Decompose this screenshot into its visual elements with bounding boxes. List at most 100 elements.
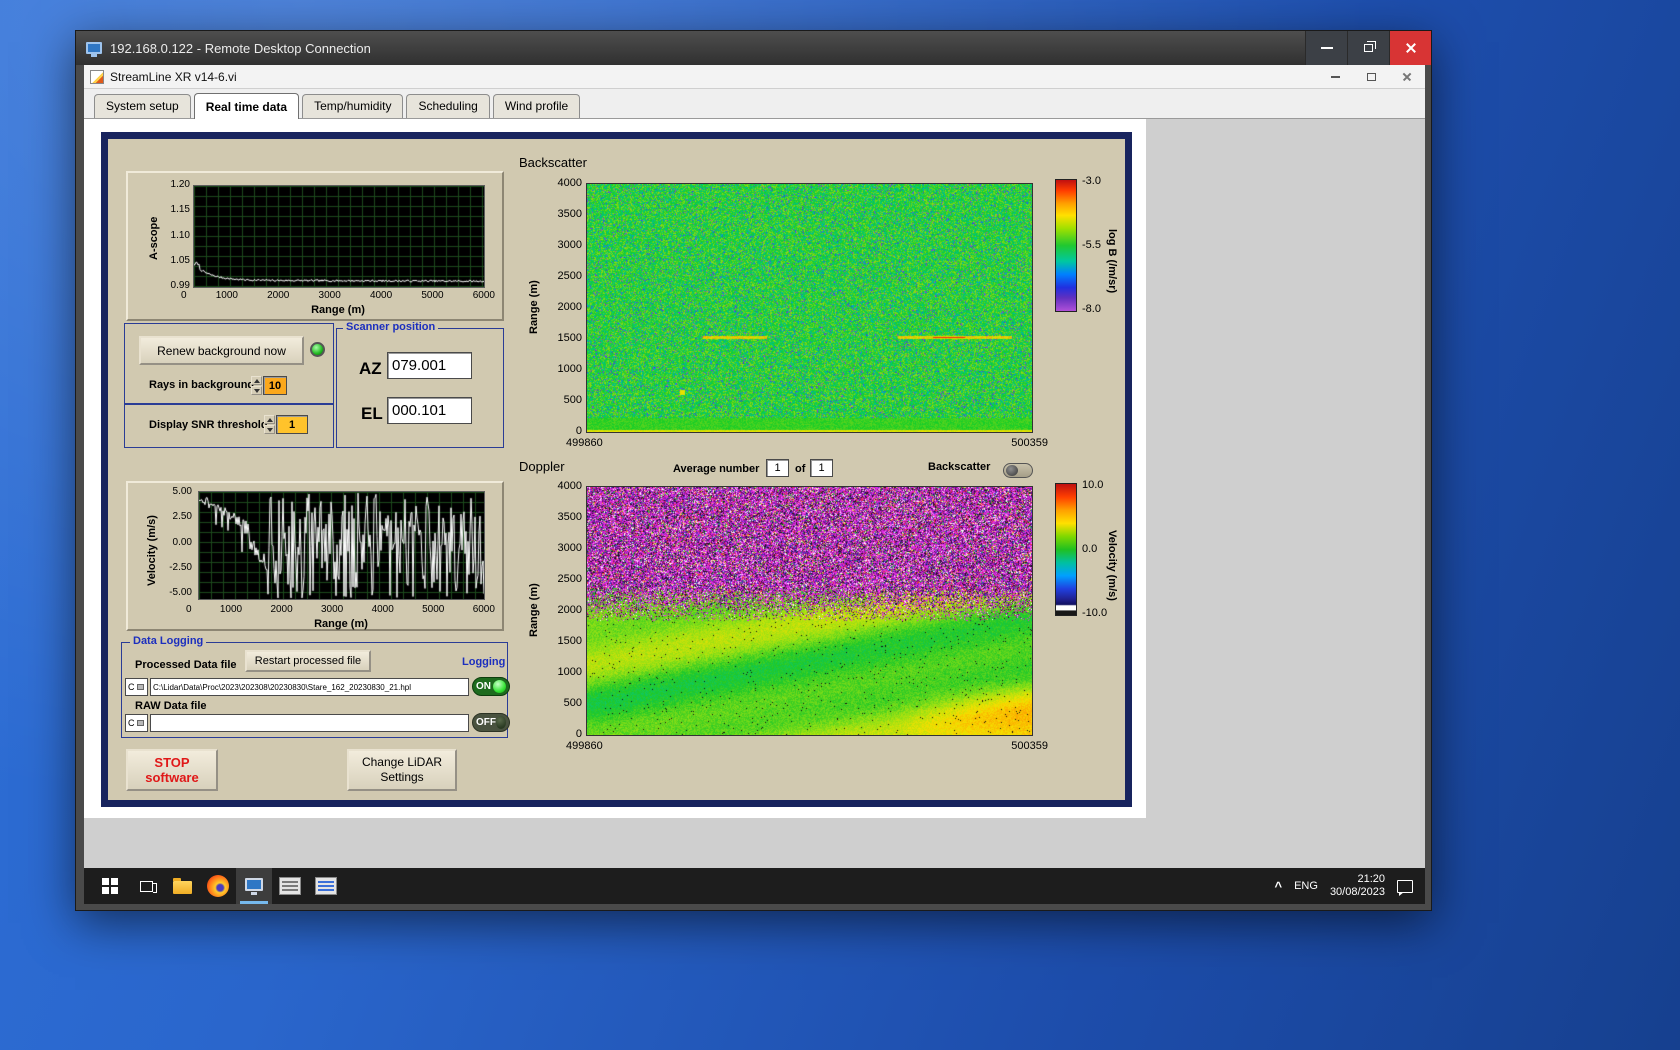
tick-label: 500 (563, 394, 582, 406)
windows-logo-icon (102, 878, 118, 894)
tick-label: 5000 (421, 290, 444, 301)
toggle-on-label: ON (476, 681, 491, 692)
spinner-up-icon[interactable] (251, 376, 262, 385)
x-start-tick: 499860 (566, 740, 603, 752)
ascope-plot-group: A-scope 1.20 1.15 1.10 1.05 0.99 0 1000 2000 30… (126, 171, 504, 321)
processed-data-file-label: Processed Data file (135, 659, 237, 671)
rdp-app-button[interactable] (236, 868, 272, 904)
raw-logging-toggle[interactable]: OFF (472, 713, 510, 732)
tick-label: 1.20 (170, 179, 190, 190)
doppler-colorbar (1055, 483, 1077, 616)
task-view-button[interactable] (128, 868, 164, 904)
app-title: StreamLine XR v14-6.vi (110, 69, 237, 84)
velocity-y-ticks: 5.00 2.50 0.00 -2.50 -5.00 (160, 486, 192, 598)
restore-icon (1364, 41, 1376, 52)
minimize-icon (1320, 47, 1333, 49)
ascope-plot (193, 185, 485, 288)
taskbar-clock[interactable]: 21:20 30/08/2023 (1330, 873, 1385, 899)
processed-path-field[interactable]: C:\Lidar\Data\Proc\2023\202308\20230830\… (150, 678, 469, 696)
stop-software-button[interactable]: STOP software (126, 749, 218, 791)
tab-wind-profile[interactable]: Wind profile (492, 94, 581, 118)
tick-label: 5000 (422, 604, 445, 615)
snr-threshold-box: Display SNR threshold 1 (124, 404, 334, 448)
tab-system-setup[interactable]: System setup (94, 94, 191, 118)
tick-label: 4000 (369, 290, 393, 301)
processed-drive-combo[interactable]: C (125, 678, 148, 696)
tick-label: 3000 (557, 239, 582, 251)
language-indicator[interactable]: ENG (1294, 880, 1318, 892)
pinned-app-button-1[interactable] (272, 868, 308, 904)
processed-logging-toggle[interactable]: ON (472, 677, 510, 696)
monitor-icon (245, 878, 263, 895)
start-button[interactable] (92, 868, 128, 904)
velocity-plot-group: Velocity (m/s) 5.00 2.50 0.00 -2.50 -5.00 0 1… (126, 481, 504, 631)
close-icon (1402, 72, 1412, 82)
ascope-x-axis-label: Range (m) (311, 304, 365, 316)
renew-background-button[interactable]: Renew background now (139, 336, 304, 365)
file-explorer-button[interactable] (164, 868, 200, 904)
rdp-restore-button[interactable] (1347, 31, 1389, 65)
tick-label: 2000 (270, 604, 293, 615)
tick-label: 1000 (219, 604, 243, 615)
firefox-button[interactable] (200, 868, 236, 904)
drive-icon (136, 720, 144, 726)
rdp-titlebar[interactable]: 192.168.0.122 - Remote Desktop Connectio… (76, 31, 1431, 65)
backscatter-colorbar-label: log B (/m/sr) (1106, 228, 1118, 294)
tick-label: 1.15 (170, 204, 190, 216)
tab-temp-humidity[interactable]: Temp/humidity (302, 94, 404, 118)
raw-drive-combo[interactable]: C (125, 714, 148, 732)
firefox-icon (207, 875, 229, 897)
app-restore-button[interactable] (1353, 65, 1389, 88)
drive-icon (136, 684, 144, 690)
remote-session: StreamLine XR v14-6.vi System setup Real … (84, 65, 1425, 904)
main-panel-frame: A-scope 1.20 1.15 1.10 1.05 0.99 0 1000 2000 30… (101, 132, 1132, 807)
doppler-title: Doppler (519, 459, 565, 474)
restart-processed-file-button[interactable]: Restart processed file (245, 650, 371, 672)
rdp-window-buttons (1305, 31, 1431, 65)
tab-scheduling[interactable]: Scheduling (406, 94, 490, 118)
tick-label: -3.0 (1082, 175, 1101, 187)
doppler-x-ticks: 499860 500359 (566, 740, 1048, 752)
app-titlebar[interactable]: StreamLine XR v14-6.vi (84, 65, 1425, 89)
raw-path-field[interactable] (150, 714, 469, 732)
snr-threshold-field[interactable]: 1 (276, 415, 308, 434)
pinned-app-button-2[interactable] (308, 868, 344, 904)
spinner-down-icon[interactable] (251, 386, 262, 395)
ascope-y-ticks: 1.20 1.15 1.10 1.05 0.99 (158, 179, 190, 291)
tick-label: 3000 (321, 604, 344, 615)
snr-spinner[interactable] (264, 415, 275, 434)
average-total-field[interactable]: 1 (810, 459, 833, 477)
backscatter-y-axis-label: Range (m) (528, 280, 540, 334)
notification-icon[interactable] (1397, 879, 1413, 896)
average-number-field[interactable]: 1 (766, 459, 789, 477)
tab-bar: System setup Real time data Temp/humidity S… (84, 89, 1425, 119)
taskbar: ^ ENG 21:20 30/08/2023 (84, 868, 1425, 904)
tray-chevron-icon[interactable]: ^ (1275, 879, 1283, 894)
rdp-minimize-button[interactable] (1305, 31, 1347, 65)
tab-real-time-data[interactable]: Real time data (193, 93, 300, 119)
app-minimize-button[interactable] (1317, 65, 1353, 88)
raw-data-file-label: RAW Data file (135, 700, 207, 712)
x-end-tick: 500359 (1011, 437, 1048, 449)
az-value-field: 079.001 (387, 352, 472, 379)
tick-label: 3500 (557, 208, 582, 220)
backscatter-display-toggle[interactable] (1003, 463, 1033, 478)
spinner-down-icon[interactable] (264, 425, 275, 434)
app-close-button[interactable] (1389, 65, 1425, 88)
velocity-x-axis-label: Range (m) (314, 618, 368, 630)
change-lidar-settings-button[interactable]: Change LiDAR Settings (347, 749, 457, 791)
task-view-icon (139, 880, 157, 893)
rays-spinner[interactable] (251, 376, 262, 395)
spinner-up-icon[interactable] (264, 415, 275, 424)
tick-label: 4000 (557, 480, 582, 492)
slider-knob-icon (1006, 465, 1018, 476)
toggle-knob-icon (493, 680, 506, 693)
tick-label: 1.10 (170, 229, 190, 241)
of-label: of (795, 463, 806, 475)
tick-label: 2500 (557, 573, 582, 585)
rdp-close-button[interactable] (1389, 31, 1431, 65)
drive-letter: C (128, 718, 135, 728)
background-controls-box: Renew background now Rays in background … (124, 323, 334, 404)
toggle-knob-icon (496, 716, 506, 729)
rays-in-background-field[interactable]: 10 (263, 376, 287, 395)
